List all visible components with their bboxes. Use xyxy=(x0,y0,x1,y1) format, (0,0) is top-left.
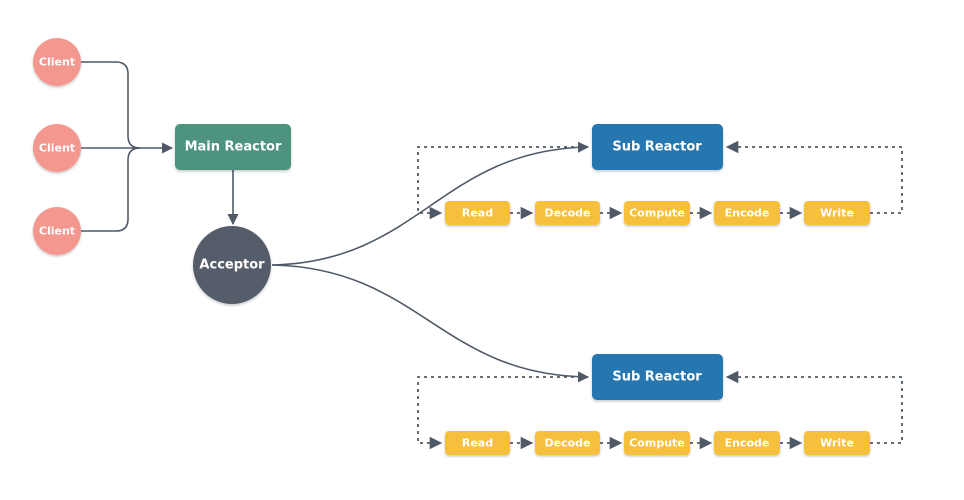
acceptor-label: Acceptor xyxy=(199,258,265,273)
stage-label: Encode xyxy=(725,437,770,450)
stage-label: Write xyxy=(820,207,854,220)
connector-acceptor-sub2 xyxy=(271,264,590,383)
stage-label: Compute xyxy=(629,207,685,220)
stage-label: Read xyxy=(462,437,493,450)
pipeline-stage: Decode xyxy=(535,201,600,225)
sub-reactor-group: Sub Reactor Read Decode Compute Encode Write xyxy=(417,354,903,455)
sub-reactor-label: Sub Reactor xyxy=(612,140,702,155)
pipeline-stage: Encode xyxy=(714,431,780,455)
pipeline-stage: Read xyxy=(445,201,510,225)
acceptor-node: Acceptor xyxy=(193,226,271,304)
pipeline-stage: Decode xyxy=(535,431,600,455)
pipeline-stage: Compute xyxy=(624,431,690,455)
stage-label: Encode xyxy=(725,207,770,220)
client-label: Client xyxy=(39,56,75,69)
stage-label: Decode xyxy=(544,437,590,450)
sub-reactor-group: Sub Reactor Read Decode Compute Encode Write xyxy=(417,124,903,225)
main-reactor-label: Main Reactor xyxy=(185,140,282,155)
client-node: Client xyxy=(33,124,81,172)
client-node: Client xyxy=(33,38,81,86)
pipeline-stage: Read xyxy=(445,431,510,455)
pipeline-stage: Write xyxy=(804,431,870,455)
client-label: Client xyxy=(39,142,75,155)
sub-reactor-node: Sub Reactor xyxy=(592,124,723,170)
main-reactor-node: Main Reactor xyxy=(175,124,291,170)
client-node: Client xyxy=(33,207,81,255)
pipeline-stage: Write xyxy=(804,201,870,225)
stage-label: Read xyxy=(462,207,493,220)
stage-label: Compute xyxy=(629,437,685,450)
reactor-diagram: Client Client Client Main Reactor Acceptor… xyxy=(33,38,903,455)
pipeline-stage: Compute xyxy=(624,201,690,225)
connector-client-1 xyxy=(81,61,141,149)
stage-label: Decode xyxy=(544,207,590,220)
client-label: Client xyxy=(39,225,75,238)
sub-reactor-label: Sub Reactor xyxy=(612,370,702,385)
pipeline-stage: Encode xyxy=(714,201,780,225)
sub-reactor-node: Sub Reactor xyxy=(592,354,723,400)
connector-client-3 xyxy=(81,147,141,232)
stage-label: Write xyxy=(820,437,854,450)
